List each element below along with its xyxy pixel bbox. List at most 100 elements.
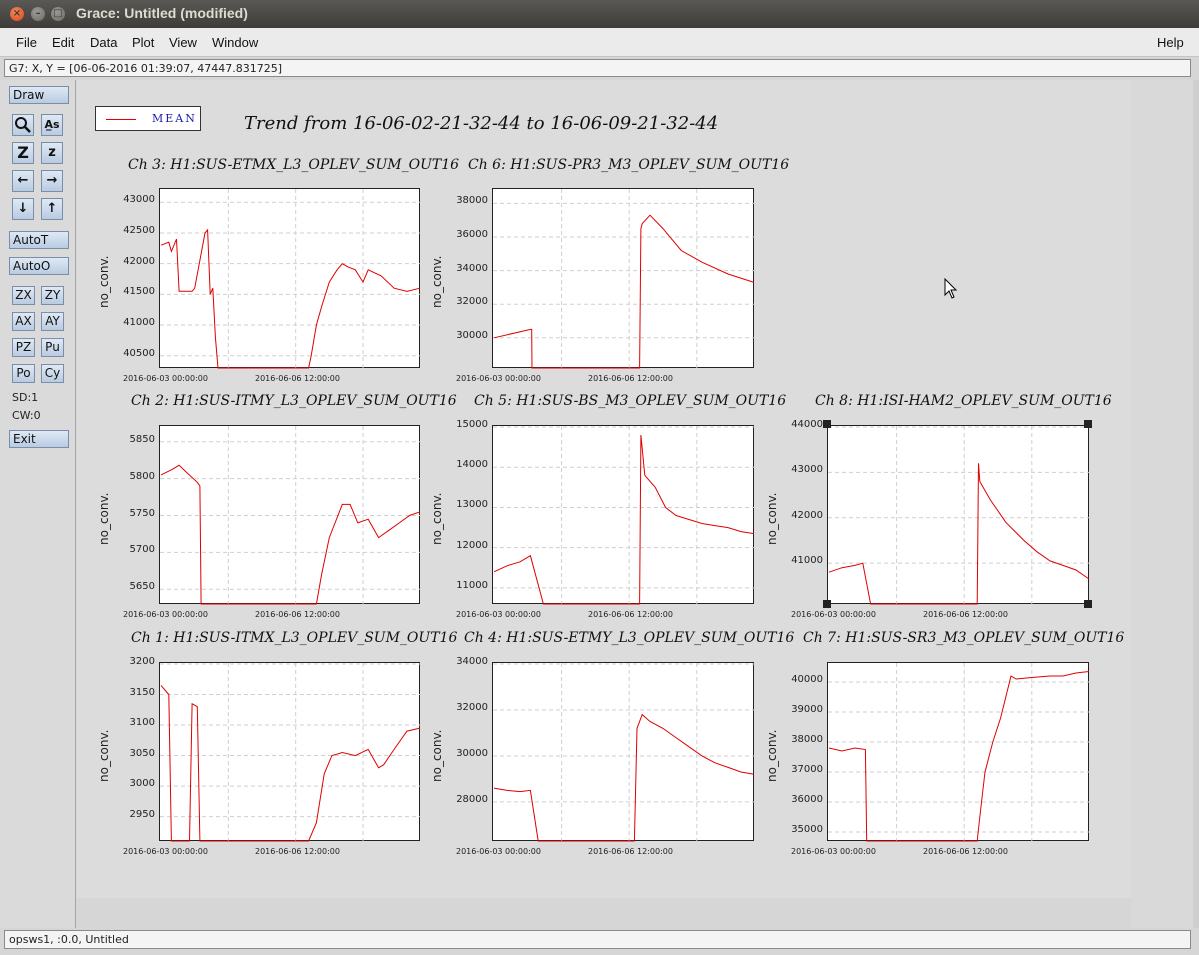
graph-frame-8[interactable]: [827, 662, 1090, 842]
y-axis-label: no_conv.: [97, 729, 111, 782]
legend-line-swatch: [106, 119, 136, 120]
y-tick-label: 38000: [456, 195, 488, 207]
series-line-mean: [160, 464, 421, 605]
graph-plot-area-2: [493, 189, 755, 369]
vertical-scrollbar[interactable]: [1193, 80, 1199, 928]
selection-handle-bottom-right[interactable]: [1084, 600, 1092, 608]
scroll-right-button[interactable]: →: [41, 170, 63, 192]
maximize-window-button[interactable]: □: [51, 7, 65, 21]
y-axis-label: no_conv.: [765, 729, 779, 782]
menu-edit[interactable]: Edit: [52, 35, 74, 50]
graph-title-4: Ch 5: H1:SUS-BS_M3_OPLEV_SUM_OUT16: [474, 393, 787, 409]
y-tick-label: 43000: [791, 464, 823, 476]
graph-frame-1[interactable]: [159, 188, 421, 369]
graph-frame-2[interactable]: [492, 188, 755, 369]
graph-title-6: Ch 1: H1:SUS-ITMX_L3_OPLEV_SUM_OUT16: [131, 630, 458, 646]
graph-title-5: Ch 8: H1:ISI-HAM2_OPLEV_SUM_OUT16: [815, 393, 1112, 409]
x-tick-label: 2016-06-03 00:00:00: [123, 374, 208, 383]
graph-plot-area-7: [493, 663, 755, 842]
y-tick-label: 39000: [791, 704, 823, 715]
x-tick-label: 2016-06-03 00:00:00: [456, 374, 541, 383]
selection-handle-bottom-left[interactable]: [823, 600, 831, 608]
y-axis-label: no_conv.: [430, 255, 444, 308]
menu-file[interactable]: File: [16, 35, 37, 50]
scroll-down-button[interactable]: ↓: [12, 198, 34, 220]
zoom-button[interactable]: [12, 114, 34, 136]
autoscale-text-button[interactable]: A̲s: [41, 114, 63, 136]
minimize-icon: –: [35, 8, 41, 19]
mouse-pointer-icon: [944, 278, 958, 299]
y-tick-label: 34000: [456, 656, 488, 667]
menu-help[interactable]: Help: [1157, 35, 1184, 50]
menu-window[interactable]: Window: [212, 35, 258, 50]
y-tick-label: 14000: [456, 459, 488, 471]
scroll-up-button[interactable]: ↑: [41, 198, 63, 220]
graph-frame-5[interactable]: [827, 425, 1090, 605]
x-tick-label: 2016-06-03 00:00:00: [123, 847, 208, 856]
status-bar: opsws1, :0.0, Untitled: [4, 930, 1191, 949]
locator-display: G7: X, Y = [06-06-2016 01:39:07, 47447.8…: [4, 59, 1191, 77]
ay-button[interactable]: AY: [41, 312, 64, 331]
series-line-mean: [160, 685, 421, 842]
y-tick-label: 32000: [456, 701, 488, 713]
zx-button[interactable]: ZX: [12, 286, 35, 305]
y-tick-label: 40500: [123, 347, 155, 359]
draw-button[interactable]: Draw: [9, 86, 69, 104]
graph-frame-4[interactable]: [492, 425, 755, 605]
selection-handle-top-right[interactable]: [1084, 420, 1092, 428]
graph-frame-6[interactable]: [159, 662, 421, 842]
close-window-button[interactable]: ×: [10, 7, 24, 21]
maximize-icon: □: [53, 8, 63, 19]
exit-button[interactable]: Exit: [9, 430, 69, 448]
zy-button[interactable]: ZY: [41, 286, 64, 305]
pu-button[interactable]: Pu: [41, 338, 64, 357]
graph-title-2: Ch 6: H1:SUS-PR3_M3_OPLEV_SUM_OUT16: [468, 157, 790, 173]
series-line-mean: [828, 463, 1090, 605]
y-tick-label: 42500: [123, 224, 155, 236]
legend-box[interactable]: MEAN: [95, 106, 201, 131]
y-tick-label: 41000: [791, 555, 823, 567]
y-tick-label: 38000: [791, 734, 823, 745]
y-tick-label: 36000: [456, 229, 488, 241]
graph-plot-area-8: [828, 663, 1090, 842]
menu-data[interactable]: Data: [90, 35, 117, 50]
autot-button[interactable]: AutoT: [9, 231, 69, 249]
menu-view[interactable]: View: [169, 35, 197, 50]
scroll-left-button[interactable]: ←: [12, 170, 34, 192]
y-tick-label: 3000: [129, 778, 155, 790]
y-tick-label: 3050: [129, 747, 155, 759]
zoom-out-button[interactable]: z: [41, 142, 63, 164]
canvas-margin: [1131, 80, 1193, 928]
ax-button[interactable]: AX: [12, 312, 35, 331]
x-tick-label: 2016-06-03 00:00:00: [456, 610, 541, 619]
y-tick-label: 43000: [123, 194, 155, 206]
legend-label: MEAN: [152, 112, 197, 125]
minimize-window-button[interactable]: –: [31, 7, 45, 21]
y-axis-label: no_conv.: [430, 492, 444, 545]
pz-button[interactable]: PZ: [12, 338, 35, 357]
graph-frame-7[interactable]: [492, 662, 755, 842]
window-title: Grace: Untitled (modified): [76, 5, 248, 21]
graph-plot-area-3: [160, 426, 421, 605]
graph-title-1: Ch 3: H1:SUS-ETMX_L3_OPLEV_SUM_OUT16: [128, 157, 460, 173]
zoom-in-button[interactable]: Z: [12, 142, 34, 164]
po-button[interactable]: Po: [12, 364, 35, 383]
menu-plot[interactable]: Plot: [132, 35, 154, 50]
autoo-button[interactable]: AutoO: [9, 257, 69, 275]
graph-frame-3[interactable]: [159, 425, 421, 605]
x-tick-label: 2016-06-06 12:00:00: [255, 847, 340, 856]
series-line-mean: [493, 713, 755, 842]
y-tick-label: 40000: [791, 674, 823, 685]
arrow-left-icon: ←: [17, 173, 29, 188]
selection-handle-top-left[interactable]: [823, 420, 831, 428]
x-tick-label: 2016-06-03 00:00:00: [456, 847, 541, 856]
cy-button[interactable]: Cy: [41, 364, 64, 383]
y-tick-label: 42000: [791, 509, 823, 521]
tool-panel: Draw A̲s Z z ← → ↓ ↑ AutoT AutoO ZX ZY A…: [0, 80, 76, 928]
series-line-mean: [493, 214, 755, 369]
y-axis-label: no_conv.: [765, 492, 779, 545]
y-axis-label: no_conv.: [97, 492, 111, 545]
y-tick-label: 5750: [129, 507, 155, 519]
current-world-display: CW:0: [12, 409, 41, 422]
y-tick-label: 13000: [456, 499, 488, 511]
